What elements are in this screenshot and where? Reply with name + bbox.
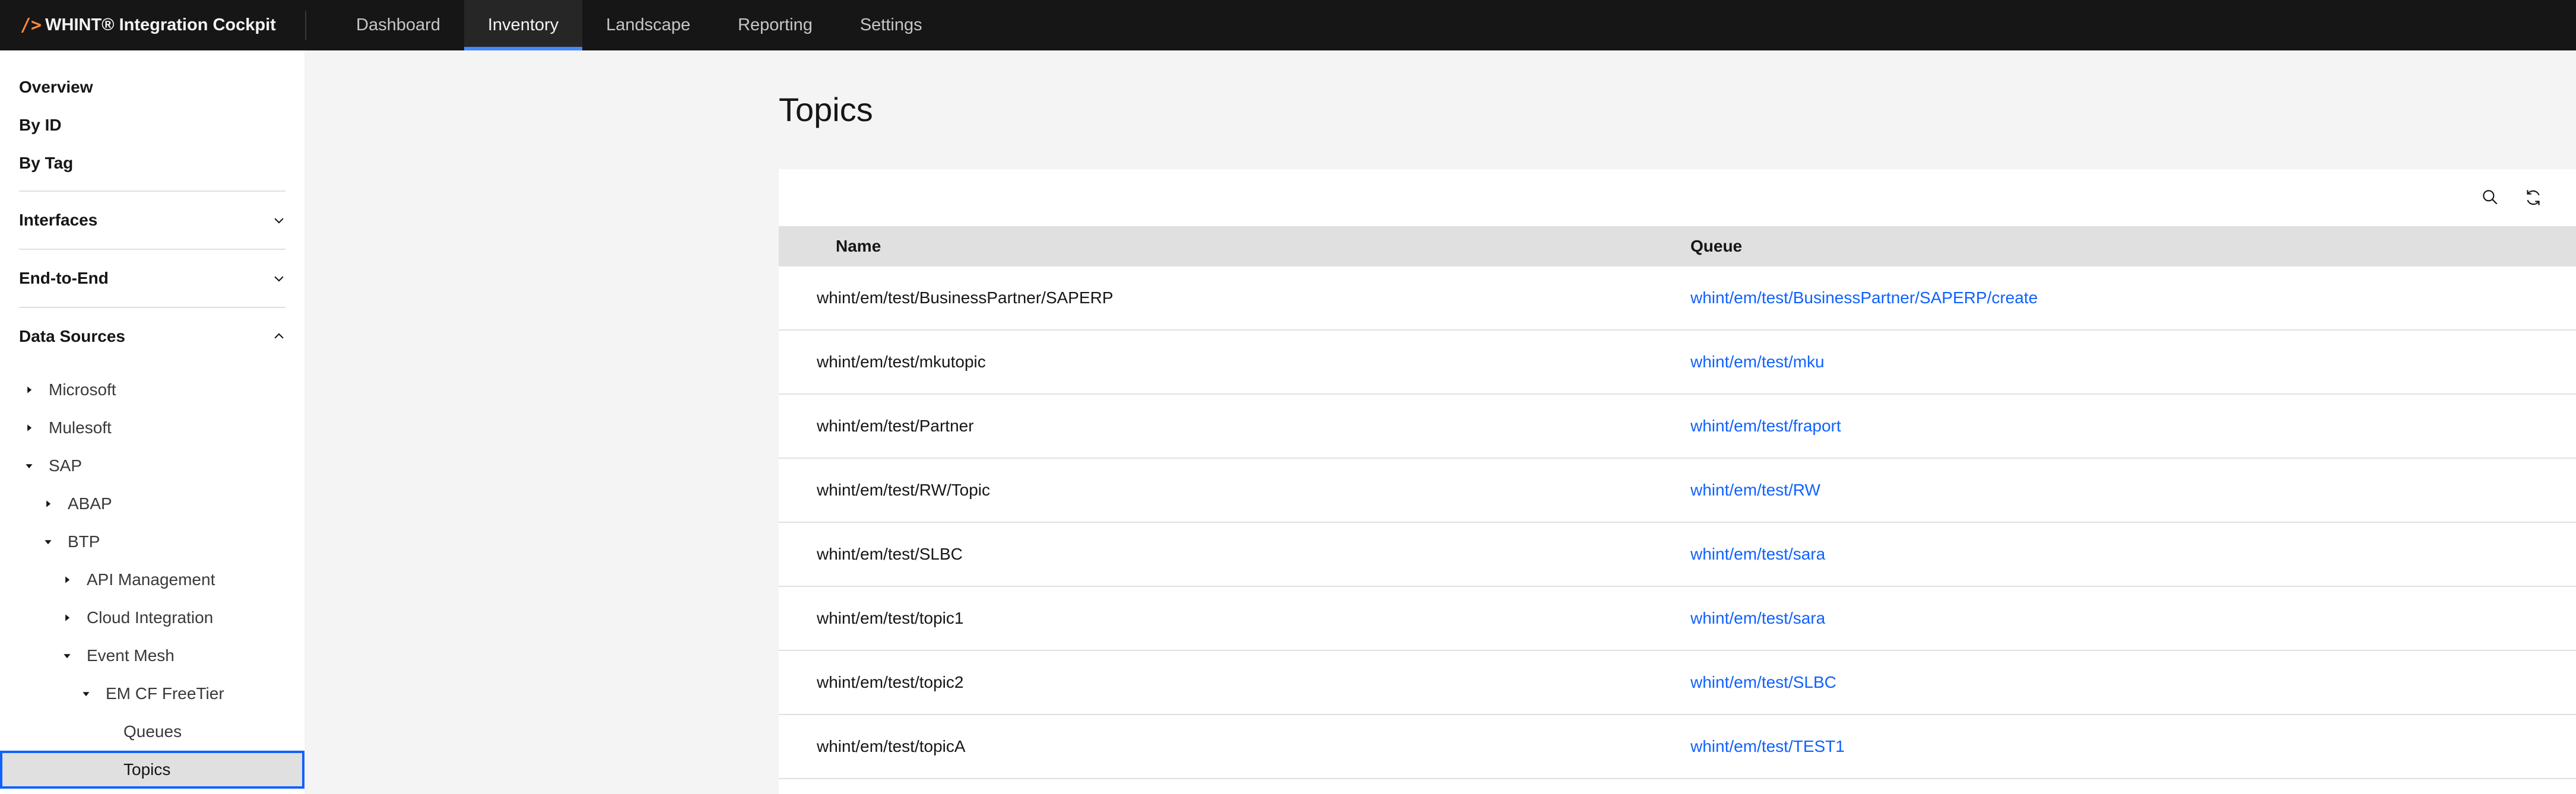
table-toolbar [779, 169, 2576, 226]
sidebar-link-overview[interactable]: Overview [0, 68, 304, 106]
caret-down-icon[interactable] [20, 457, 38, 475]
sidebar-links: Overview By ID By Tag [0, 68, 304, 182]
cell-name: whint/em/test/SLBC [817, 545, 963, 563]
tree-item-label: API Management [87, 570, 215, 589]
tree-item-label: EM CF FreeTier [106, 684, 224, 703]
tree-item-label: SAP [49, 456, 83, 475]
sidebar-section-interfaces[interactable]: Interfaces [19, 190, 285, 249]
nav-inventory[interactable]: Inventory [464, 0, 583, 50]
tree-item-label: Event Mesh [87, 646, 175, 665]
cell-name: whint/em/test/RW/Topic [817, 481, 991, 499]
table-row[interactable]: whint/em/test/RW/Topic whint/em/test/RW [779, 459, 2576, 523]
cell-name: whint/em/test/topicA [817, 737, 966, 755]
topics-table: Name Queue whint/em/test/BusinessPartner… [779, 169, 2576, 794]
refresh-icon [2527, 190, 2540, 205]
sidebar-link-by-id[interactable]: By ID [0, 106, 304, 144]
cell-queue-link[interactable]: whint/em/test/mku [1690, 331, 1825, 393]
tree-item-api-management[interactable]: API Management [0, 561, 304, 599]
cell-queue-link[interactable]: whint/em/test/BusinessPartner/SAPERP/cre… [1690, 266, 2038, 329]
main-nav: Dashboard Inventory Landscape Reporting … [332, 0, 946, 50]
tree-item-label: Cloud Integration [87, 608, 214, 627]
table-row[interactable]: whint/em/test/topic1 whint/em/test/sara [779, 587, 2576, 651]
tree-item-microsoft[interactable]: Microsoft [0, 371, 304, 409]
cell-name: whint/em/test/BusinessPartner/SAPERP [817, 288, 1113, 307]
table-header: Name Queue [779, 226, 2576, 266]
tree-item-label: Queues [123, 722, 182, 741]
caret-right-icon[interactable] [20, 419, 38, 437]
table-row[interactable]: whint/em/test/Partner whint/em/test/frap… [779, 395, 2576, 459]
chevron-down-icon [274, 218, 284, 224]
search-button[interactable] [2476, 183, 2505, 212]
tree-item-label: Topics [123, 760, 171, 779]
tree-item-btp[interactable]: BTP [0, 523, 304, 561]
sidebar-section-label: Interfaces [19, 211, 98, 229]
caret-right-icon[interactable] [58, 609, 76, 627]
caret-right-icon[interactable] [58, 571, 76, 589]
table-row[interactable]: whint/em/test/mkutopic whint/em/test/mku [779, 331, 2576, 395]
tree-item-cloud-integration[interactable]: Cloud Integration [0, 599, 304, 637]
cell-queue-link[interactable]: whint/em/test/sara [1690, 523, 1825, 586]
tree-item-sap[interactable]: SAP [0, 447, 304, 485]
cell-name: whint/em/test/Partner [817, 417, 974, 435]
sidebar-section-label: Data Sources [19, 327, 125, 345]
sidebar-link-by-tag[interactable]: By Tag [0, 144, 304, 182]
data-sources-tree: Microsoft Mulesoft SAP ABAP BTP API Mana… [0, 371, 304, 789]
cell-queue-link[interactable]: whint/em/test/SLBC [1690, 651, 1836, 714]
table-body: whint/em/test/BusinessPartner/SAPERP whi… [779, 266, 2576, 779]
caret-right-icon[interactable] [39, 495, 57, 513]
tree-item-queues[interactable]: Queues [0, 713, 304, 751]
sidebar: Overview By ID By Tag Interfaces End-to-… [0, 50, 304, 794]
chevron-up-icon [274, 333, 284, 339]
caret-down-icon[interactable] [39, 533, 57, 551]
cell-name: whint/em/test/topic1 [817, 609, 964, 627]
page-title: Topics [779, 91, 873, 128]
caret-right-icon[interactable] [20, 381, 38, 399]
table-row[interactable]: whint/em/test/BusinessPartner/SAPERP whi… [779, 266, 2576, 331]
tree-item-label: ABAP [68, 494, 112, 513]
column-header-queue[interactable]: Queue [1690, 226, 1742, 266]
chevron-down-icon [274, 276, 284, 282]
tree-item-label: BTP [68, 532, 100, 551]
cell-queue-link[interactable]: whint/em/test/fraport [1690, 395, 1841, 458]
tree-item-mulesoft[interactable]: Mulesoft [0, 409, 304, 447]
top-header: /> WHINT® Integration Cockpit Dashboard … [0, 0, 2576, 50]
table-row[interactable]: whint/em/test/topic2 whint/em/test/SLBC [779, 651, 2576, 715]
search-icon [2483, 190, 2498, 205]
table-row[interactable]: whint/em/test/topicA whint/em/test/TEST1 [779, 715, 2576, 779]
cell-name: whint/em/test/mkutopic [817, 352, 986, 371]
sidebar-section-label: End-to-End [19, 269, 109, 287]
refresh-button[interactable] [2519, 183, 2548, 212]
caret-down-icon[interactable] [58, 647, 76, 665]
tree-item-label: Microsoft [49, 380, 116, 399]
sidebar-section-end-to-end[interactable]: End-to-End [19, 249, 285, 307]
brand-name: WHINT® Integration Cockpit [45, 15, 276, 34]
tree-item-label: Mulesoft [49, 418, 112, 437]
tree-item-abap[interactable]: ABAP [0, 485, 304, 523]
column-header-name[interactable]: Name [836, 226, 881, 266]
tree-item-em-cf-freetier[interactable]: EM CF FreeTier [0, 675, 304, 713]
table-row[interactable]: whint/em/test/SLBC whint/em/test/sara [779, 523, 2576, 587]
brand-mark-icon: /> [20, 15, 42, 36]
nav-reporting[interactable]: Reporting [714, 0, 836, 50]
cell-queue-link[interactable]: whint/em/test/TEST1 [1690, 715, 1845, 778]
tree-item-topics[interactable]: Topics [0, 751, 304, 789]
nav-landscape[interactable]: Landscape [582, 0, 714, 50]
cell-queue-link[interactable]: whint/em/test/sara [1690, 587, 1825, 650]
cell-name: whint/em/test/topic2 [817, 673, 964, 691]
sidebar-section-data-sources[interactable]: Data Sources [19, 307, 285, 365]
cell-queue-link[interactable]: whint/em/test/RW [1690, 459, 1820, 522]
nav-dashboard[interactable]: Dashboard [332, 0, 464, 50]
nav-settings[interactable]: Settings [836, 0, 946, 50]
caret-down-icon[interactable] [77, 685, 95, 703]
tree-item-event-mesh[interactable]: Event Mesh [0, 637, 304, 675]
brand-logo[interactable]: /> WHINT® Integration Cockpit [0, 11, 306, 40]
